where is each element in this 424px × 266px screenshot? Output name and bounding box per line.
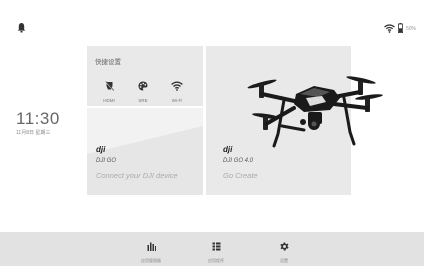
wifi-icon bbox=[384, 20, 395, 38]
clock-time: 11:30 bbox=[16, 109, 60, 128]
bars-icon bbox=[147, 238, 156, 256]
dji-logo-icon: dji bbox=[96, 141, 110, 159]
dock-label: 设置 bbox=[280, 258, 288, 263]
palette-icon bbox=[138, 78, 148, 96]
app-list-icon bbox=[212, 238, 221, 256]
quick-setting-label: Wi-Fi bbox=[171, 98, 183, 103]
quick-setting-label: HDMI bbox=[103, 98, 115, 103]
status-indicators: 50% bbox=[384, 20, 416, 38]
svg-text:dji: dji bbox=[223, 145, 233, 154]
quick-settings-title: 快捷设置 bbox=[95, 59, 121, 66]
dji-logo-icon: dji bbox=[223, 141, 237, 159]
battery-icon bbox=[397, 20, 403, 38]
notification-bell-icon[interactable] bbox=[17, 20, 26, 33]
quick-settings-card: 快捷设置 HDMI SRE Wi-Fi bbox=[87, 46, 203, 106]
quick-setting-wifi[interactable]: Wi-Fi bbox=[165, 78, 189, 103]
app-card-dji-go[interactable]: dji DJI GO Connect your DJI device bbox=[87, 108, 203, 195]
app-subtitle: Connect your DJI device bbox=[96, 171, 178, 180]
dock-label: 应用管理器 bbox=[141, 258, 161, 263]
app-name: DJI GO bbox=[96, 158, 117, 164]
clock-date: 11月8日 星期三 bbox=[16, 130, 51, 136]
drone-illustration bbox=[247, 76, 383, 148]
app-subtitle: Go Create bbox=[223, 171, 258, 180]
clock-widget: 11:30 11月8日 星期三 bbox=[16, 110, 60, 136]
app-name: DJI GO 4.0 bbox=[223, 158, 254, 164]
bottom-dock: 应用管理器 应用程序 设置 bbox=[0, 232, 424, 266]
quick-setting-hdmi[interactable]: HDMI bbox=[97, 78, 121, 103]
battery-percent: 50% bbox=[405, 26, 416, 32]
quick-setting-sre[interactable]: SRE bbox=[131, 78, 155, 103]
home-screen: 50% 11:30 11月8日 星期三 快捷设置 HDMI SRE Wi-Fi … bbox=[0, 0, 424, 266]
dock-label: 应用程序 bbox=[208, 258, 224, 263]
hdmi-icon bbox=[104, 78, 114, 96]
wifi-icon bbox=[171, 78, 183, 96]
quick-setting-label: SRE bbox=[138, 98, 148, 103]
gear-icon bbox=[279, 238, 289, 256]
dock-app-list[interactable]: 应用程序 bbox=[196, 238, 236, 264]
dock-app-manager[interactable]: 应用管理器 bbox=[131, 238, 171, 264]
dock-settings[interactable]: 设置 bbox=[264, 238, 304, 264]
svg-text:dji: dji bbox=[96, 145, 106, 154]
